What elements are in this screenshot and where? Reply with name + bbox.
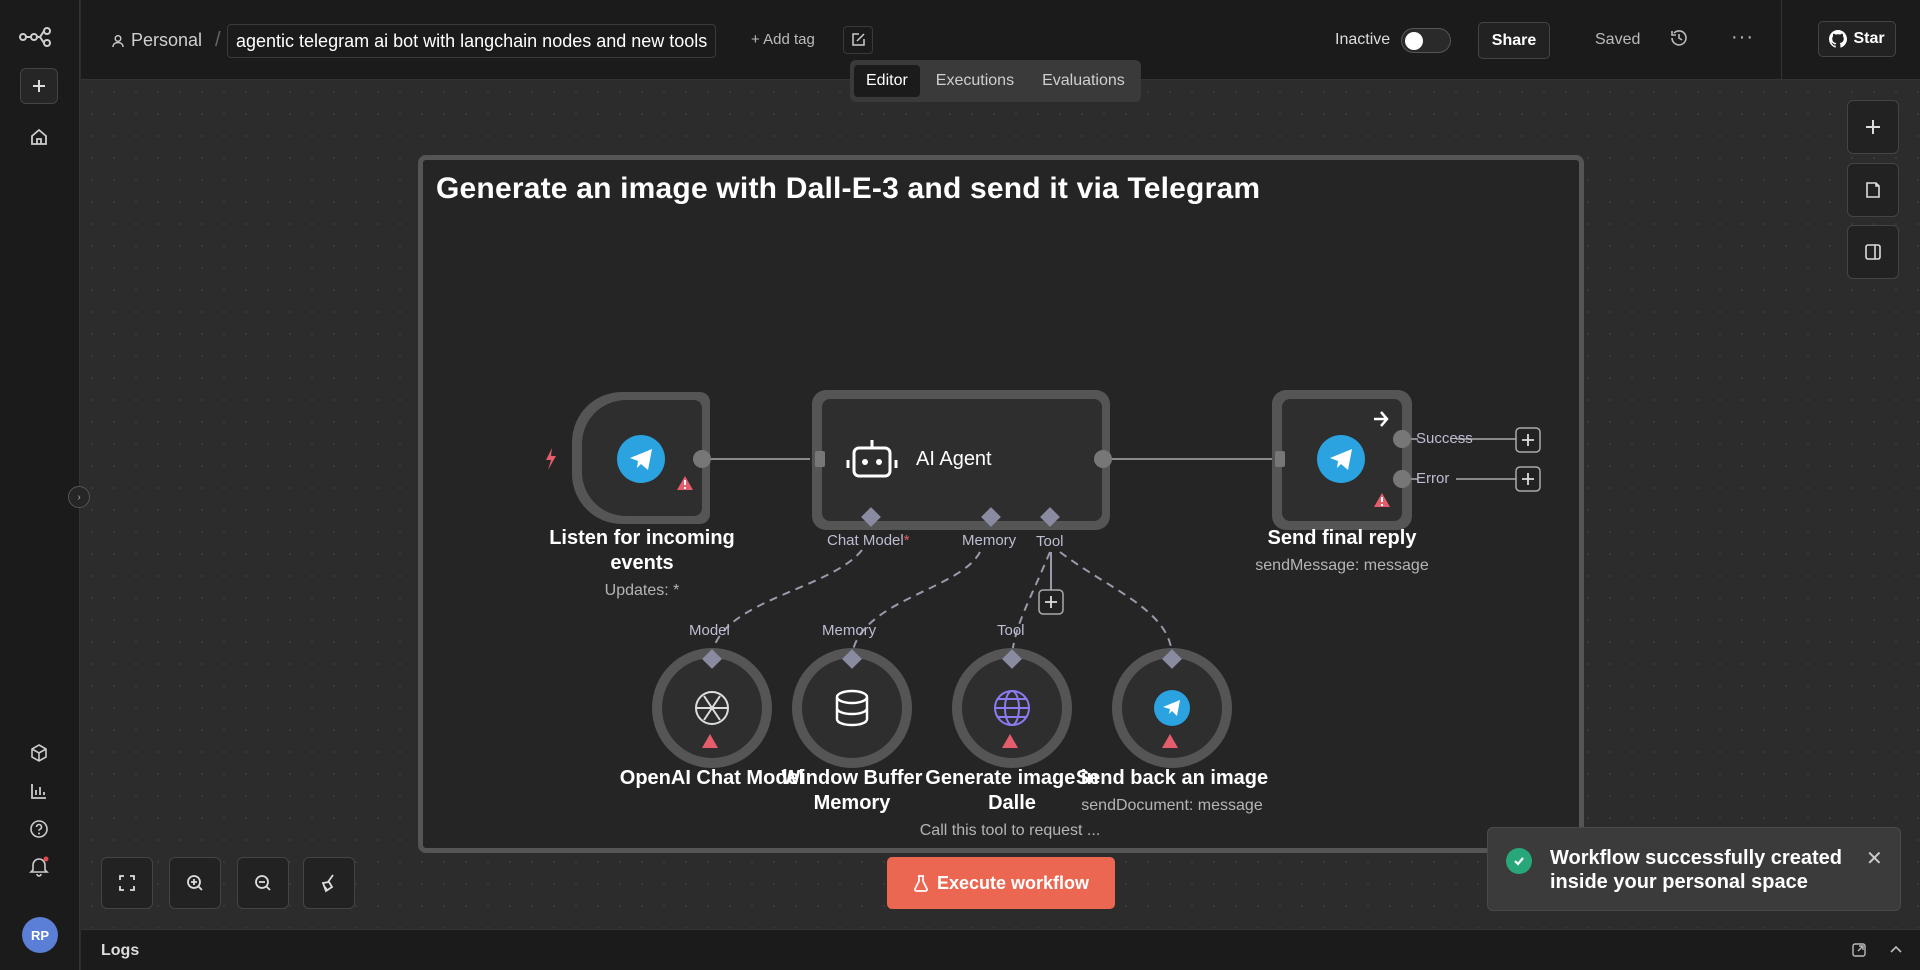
saved-status: Saved <box>1595 31 1641 48</box>
templates-icon[interactable] <box>20 735 58 771</box>
broom-icon <box>321 874 334 893</box>
tab-executions[interactable]: Executions <box>924 65 1026 97</box>
breadcrumb-separator: / <box>215 29 221 51</box>
more-options-icon[interactable]: ··· <box>1731 26 1754 49</box>
workflow-name-input[interactable]: agentic telegram ai bot with langchain n… <box>227 24 717 58</box>
success-toast: Workflow successfully created inside you… <box>1487 827 1901 911</box>
port-label-chat-model: Chat Model* <box>827 532 910 549</box>
zoom-in-button[interactable] <box>169 857 221 909</box>
trigger-node-label: Listen for incoming events <box>549 527 735 574</box>
avatar[interactable]: RP <box>22 917 58 953</box>
zoom-in-icon <box>187 875 203 891</box>
send-back-image-label: Send back an image <box>1075 767 1269 789</box>
output-label-success: Success <box>1416 430 1473 447</box>
port-label-memory-sub: Memory <box>822 622 877 639</box>
home-icon[interactable] <box>20 119 58 155</box>
header-divider <box>1781 0 1782 80</box>
ai-agent-label: AI Agent <box>916 448 992 470</box>
activation-toggle[interactable] <box>1401 28 1451 53</box>
activation-status-label: Inactive <box>1335 31 1391 48</box>
edit-description-icon[interactable] <box>843 26 873 54</box>
add-tag-button[interactable]: + Add tag <box>751 31 815 48</box>
execute-workflow-label: Execute workflow <box>936 872 1090 893</box>
window-buffer-memory-label: Window Buffer Memory <box>772 766 932 816</box>
history-icon[interactable] <box>1669 28 1689 53</box>
memory-label-line-1: Window Buffer <box>781 767 923 789</box>
create-button[interactable] <box>20 68 58 104</box>
sticky-note[interactable] <box>418 155 1584 853</box>
chat-model-port-text: Chat Model <box>827 532 904 549</box>
view-tabs: Editor Executions Evaluations <box>850 60 1141 102</box>
port-label-model: Model <box>689 622 730 639</box>
send-back-image-subtitle: sendDocument: message <box>1081 797 1263 814</box>
tab-editor[interactable]: Editor <box>854 65 920 97</box>
user-icon <box>112 34 124 47</box>
popout-icon[interactable] <box>1851 942 1867 958</box>
generate-image-dalle-subtitle: Call this tool to request ... <box>919 822 1101 839</box>
star-label: Star <box>1853 30 1885 47</box>
trigger-node-subtitle: Updates: * <box>604 582 680 599</box>
zoom-out-button[interactable] <box>237 857 289 909</box>
breadcrumb-personal[interactable]: Personal <box>111 30 202 51</box>
logs-panel[interactable]: Logs <box>81 929 1920 970</box>
flask-icon <box>914 875 928 892</box>
sidebar: RP <box>0 0 80 970</box>
zoom-out-icon <box>255 875 271 891</box>
n8n-logo-icon[interactable] <box>19 26 59 48</box>
required-marker: * <box>903 532 910 549</box>
send-final-reply-subtitle: sendMessage: message <box>1255 557 1429 574</box>
github-icon <box>1829 30 1848 48</box>
share-button[interactable]: Share <box>1478 22 1550 59</box>
execute-workflow-button[interactable]: Execute workflow <box>887 857 1115 909</box>
close-icon[interactable]: ✕ <box>1866 846 1883 871</box>
send-final-reply-label: Send final reply <box>1267 527 1417 549</box>
github-star-button[interactable]: Star <box>1818 21 1896 57</box>
output-label-error: Error <box>1416 470 1450 487</box>
check-circle-icon <box>1506 848 1532 874</box>
notifications-icon[interactable] <box>20 848 58 884</box>
help-icon[interactable] <box>20 811 58 847</box>
chevron-up-icon[interactable] <box>1889 943 1903 957</box>
toggle-panel-button[interactable] <box>1847 225 1899 279</box>
port-label-tool-sub: Tool <box>997 622 1025 639</box>
port-label-memory: Memory <box>962 532 1017 549</box>
insights-icon[interactable] <box>20 773 58 809</box>
tidy-up-button[interactable] <box>303 857 355 909</box>
add-node-button[interactable] <box>1847 100 1899 154</box>
tab-evaluations[interactable]: Evaluations <box>1030 65 1137 97</box>
sidebar-expand-button[interactable]: › <box>68 486 90 508</box>
logs-label: Logs <box>101 942 140 959</box>
fullscreen-icon <box>119 875 135 891</box>
breadcrumb-owner: Personal <box>131 30 203 50</box>
fit-view-button[interactable] <box>101 857 153 909</box>
toast-message: Workflow successfully created inside you… <box>1550 847 1842 893</box>
add-sticky-note-button[interactable] <box>1847 163 1899 217</box>
memory-label-line-2: Memory <box>813 792 891 814</box>
sticky-note-title: Generate an image with Dall-E-3 and send… <box>436 172 1261 205</box>
port-label-tool: Tool <box>1036 533 1064 550</box>
